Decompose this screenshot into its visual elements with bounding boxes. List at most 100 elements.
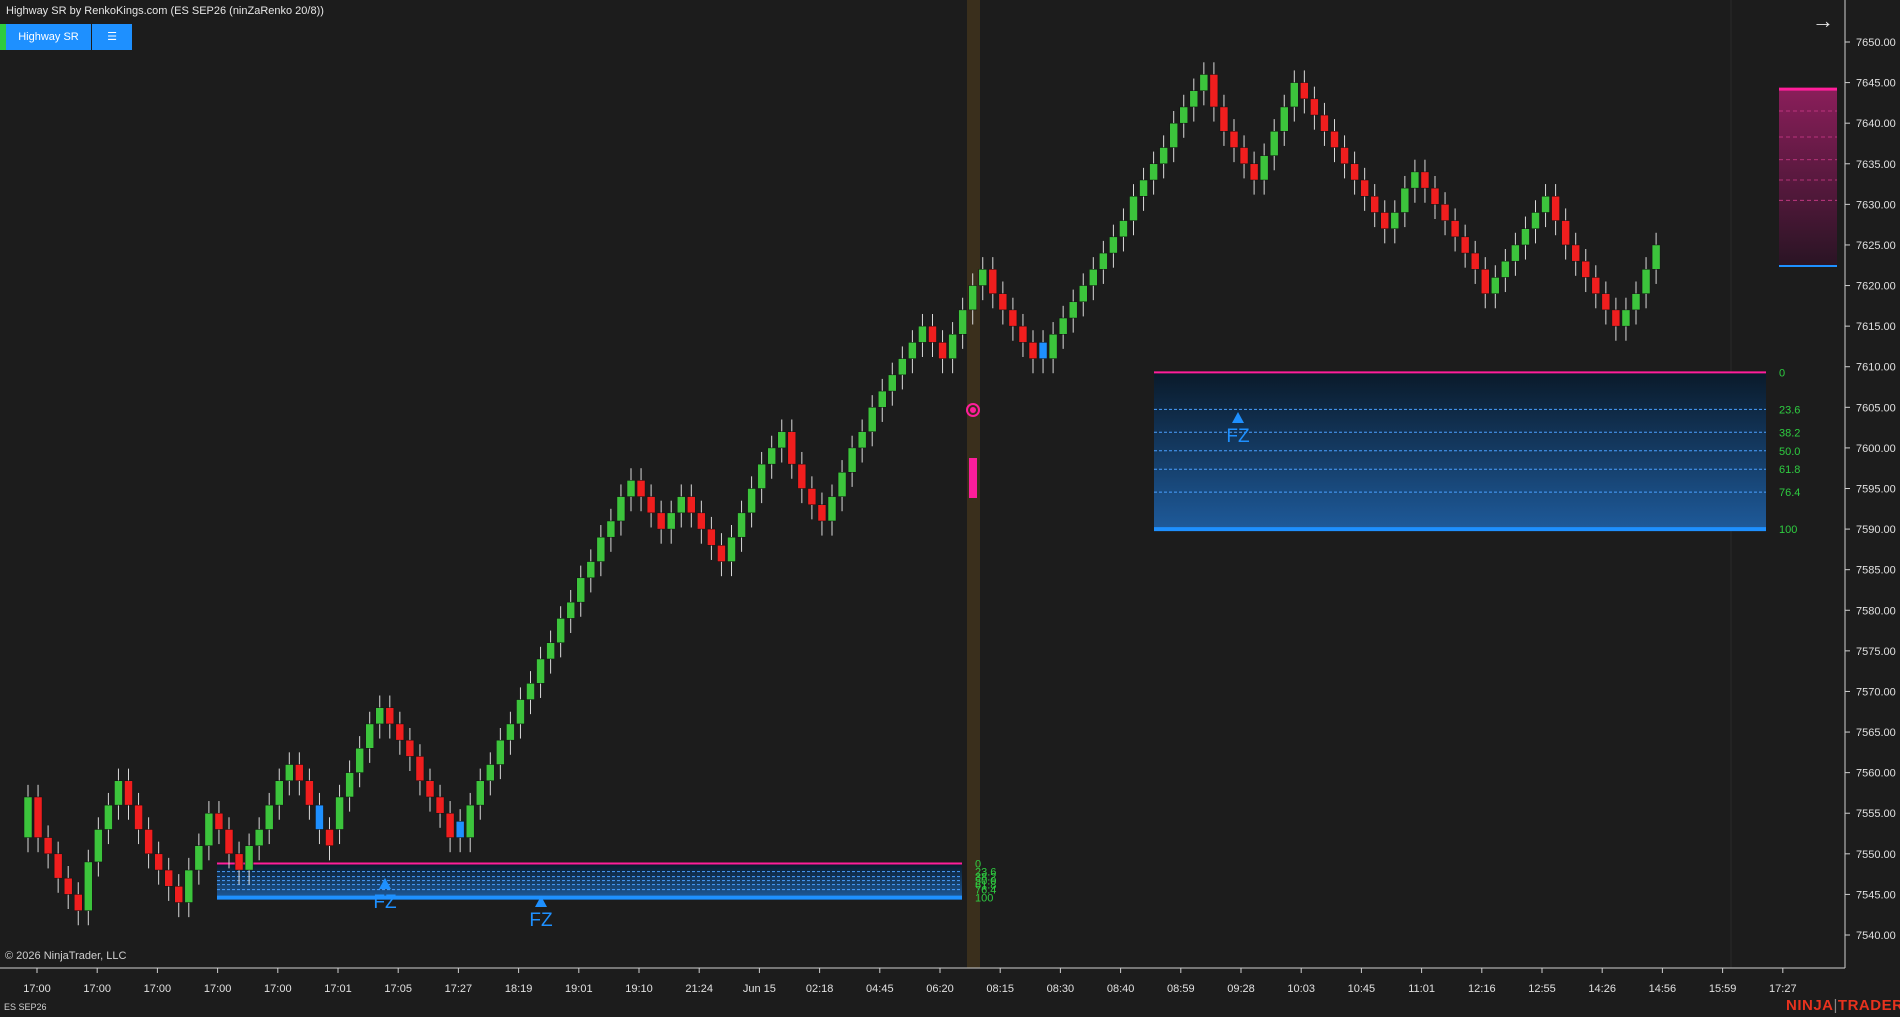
fib-level-label: 61.8 [1779, 464, 1800, 476]
candle-down [938, 342, 947, 359]
x-axis-label: 04:45 [866, 983, 894, 995]
candle-up [465, 804, 475, 838]
candle-up [1259, 155, 1269, 181]
x-axis-label: 17:00 [23, 983, 51, 995]
fz-marker-label: FZ [529, 910, 553, 931]
indicator-toolbar: Highway SR ☰ [0, 24, 132, 50]
candle-down [154, 853, 163, 871]
candle-up [1189, 90, 1199, 108]
candle-up [184, 869, 194, 903]
x-axis-label: 17:00 [264, 983, 292, 995]
candle-down [1330, 131, 1339, 148]
candle-down [305, 780, 314, 806]
x-axis-label: 17:05 [384, 983, 412, 995]
y-axis-label: 7595.00 [1856, 484, 1896, 496]
x-axis-label: 10:03 [1287, 983, 1315, 995]
candle-down [1581, 260, 1590, 278]
candle-down [63, 877, 73, 895]
candle-up [1058, 317, 1068, 335]
candle-down [325, 829, 334, 846]
candle-up [194, 845, 204, 871]
candle-up [1491, 277, 1500, 294]
candle-down [1320, 114, 1329, 132]
candle-up [767, 447, 776, 465]
candle-down [1340, 147, 1349, 165]
candle-down [1300, 82, 1309, 100]
x-axis-label: 15:59 [1709, 983, 1737, 995]
candle-down [174, 886, 183, 903]
candle-up [244, 845, 254, 871]
candle-up [908, 342, 917, 359]
x-axis-label: 12:55 [1528, 983, 1556, 995]
candle-up [757, 463, 766, 489]
candle-down [717, 545, 726, 562]
candle-up [1068, 301, 1078, 319]
candle-up [566, 601, 575, 619]
candle-up [335, 796, 344, 830]
candle-up [727, 536, 736, 562]
candle-up [1119, 220, 1128, 238]
candle-down [1008, 309, 1018, 327]
candle-up [496, 739, 505, 765]
candle-down [1380, 212, 1389, 229]
candle-up [576, 577, 585, 603]
candle-up [285, 764, 294, 782]
candle-up [616, 496, 626, 522]
candle-up [1179, 106, 1188, 124]
x-axis-label: 08:30 [1047, 983, 1075, 995]
candle-up [1541, 195, 1550, 213]
candle-up [1149, 163, 1158, 181]
candle-down [385, 707, 395, 725]
candle-up [1139, 179, 1148, 197]
y-axis-label: 7635.00 [1856, 159, 1896, 171]
fib-level-label: 76.4 [1779, 487, 1800, 499]
x-axis-label: 14:26 [1588, 983, 1616, 995]
y-axis-label: 7605.00 [1856, 402, 1896, 414]
menu-button[interactable]: ☰ [92, 24, 132, 50]
candle-down [134, 804, 143, 830]
candle-down [33, 796, 43, 838]
candle-down [636, 480, 646, 497]
candle-up [1109, 236, 1118, 254]
candle-up [737, 512, 746, 538]
projection-zone [1779, 89, 1837, 266]
candle-down [1551, 195, 1560, 221]
x-axis-label: 10:45 [1348, 983, 1376, 995]
candle-down [1350, 163, 1359, 181]
candle-down [1611, 309, 1621, 327]
candle-down [1450, 220, 1460, 238]
candle-down [53, 853, 63, 879]
candle-up [948, 334, 957, 359]
candle-up [1038, 342, 1048, 359]
candle-up [1651, 244, 1661, 270]
y-axis-label: 7615.00 [1856, 321, 1896, 333]
y-axis-label: 7645.00 [1856, 78, 1896, 90]
x-axis-label: 17:00 [144, 983, 172, 995]
candle-down [1370, 195, 1379, 213]
x-axis-label: 06:20 [926, 983, 954, 995]
x-axis-label: 21:24 [685, 983, 713, 995]
candle-down [928, 325, 937, 343]
candle-down [1430, 187, 1440, 205]
candle-down [144, 829, 153, 855]
window-title: Highway SR by RenkoKings.com (ES SEP26 (… [6, 5, 324, 17]
candle-down [1028, 342, 1038, 359]
y-axis-label: 7630.00 [1856, 199, 1896, 211]
y-axis-label: 7650.00 [1856, 37, 1896, 49]
candle-up [888, 374, 897, 392]
candle-up [365, 723, 374, 749]
candle-up [958, 309, 967, 335]
x-axis-label: 17:27 [1769, 983, 1797, 995]
candle-up [275, 780, 284, 806]
candle-down [687, 496, 696, 514]
candle-down [1310, 98, 1319, 116]
candle-down [124, 780, 133, 806]
y-axis-label: 7560.00 [1856, 768, 1896, 780]
candle-down [1209, 74, 1219, 108]
candle-up [455, 821, 465, 838]
arrow-right-icon[interactable]: → [1810, 8, 1836, 34]
price-chart[interactable]: 023.638.250.061.876.4100023.638.250.061.… [0, 0, 1900, 1017]
highway-sr-button[interactable]: Highway SR [6, 24, 91, 50]
candle-up [516, 699, 525, 725]
candle-down [395, 723, 405, 741]
